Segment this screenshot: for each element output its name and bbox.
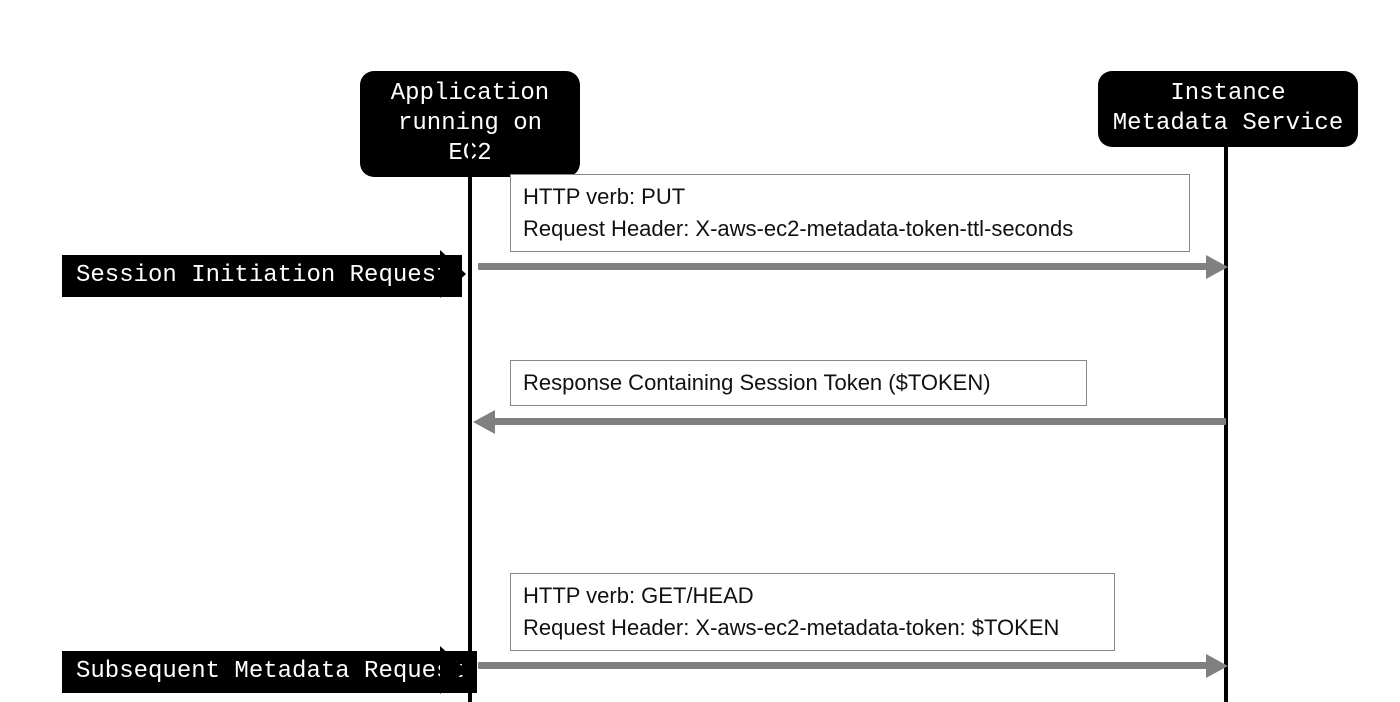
arrow-line-subsequent (478, 662, 1211, 669)
flow-label-initiation: Session Initiation Request (62, 255, 462, 297)
flow-label-subsequent: Subsequent Metadata Request (62, 651, 477, 693)
arrow-line-response (488, 418, 1226, 425)
arrowhead-icon (473, 410, 495, 434)
message-subsequent-detail: HTTP verb: GET/HEAD Request Header: X-aw… (510, 573, 1115, 651)
arrowhead-icon (1206, 255, 1228, 279)
arrowhead-icon (1206, 654, 1228, 678)
actor-metadata-service: Instance Metadata Service (1098, 71, 1358, 147)
arrowhead-icon (440, 250, 466, 298)
arrow-line-initiation (478, 263, 1211, 270)
message-initiation-detail: HTTP verb: PUT Request Header: X-aws-ec2… (510, 174, 1190, 252)
lifeline-application (468, 140, 472, 702)
message-response-detail: Response Containing Session Token ($TOKE… (510, 360, 1087, 406)
arrowhead-icon (440, 646, 466, 694)
